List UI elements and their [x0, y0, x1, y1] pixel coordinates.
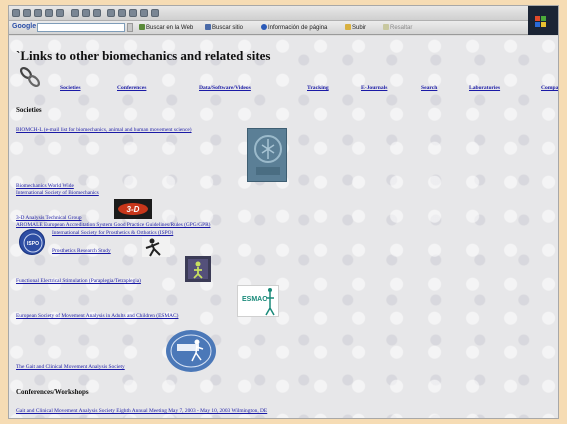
link-3d-analysis[interactable]: 3-D Analysis Technical Group: [16, 215, 82, 221]
history-icon[interactable]: [93, 9, 101, 17]
search-web-icon: [139, 24, 145, 30]
nav-companies[interactable]: Compa: [541, 85, 558, 91]
esmac-logo-icon: ESMAC: [242, 288, 275, 316]
link-fes[interactable]: Functional Electrical Stimulation (Parap…: [16, 278, 141, 284]
search-web-button[interactable]: Buscar en la Web: [139, 24, 193, 31]
home-icon[interactable]: [56, 9, 64, 17]
google-logo[interactable]: Google: [12, 23, 36, 30]
link-gcmas-meeting[interactable]: Gait and Clinical Movement Analysis Soci…: [16, 408, 267, 414]
link-esmac[interactable]: European Society of Movement Analysis in…: [16, 313, 178, 319]
edit-icon[interactable]: [129, 9, 137, 17]
link-biomch-l[interactable]: BIOMCH-L (e-mail list for biomechanics, …: [16, 127, 192, 133]
prosthetics-logo[interactable]: [142, 237, 170, 257]
link-prosthetics-research[interactable]: Prosthetics Research Study: [52, 248, 111, 254]
isb-seal-icon: [254, 135, 282, 175]
esmac-logo[interactable]: ESMAC: [237, 285, 279, 317]
stop-icon[interactable]: [34, 9, 42, 17]
back-icon[interactable]: [12, 9, 20, 17]
highlight-icon: [383, 24, 389, 30]
page-info-button[interactable]: Información de página: [261, 24, 327, 31]
ispo-logo-icon: ISPO: [23, 233, 43, 253]
search-dropdown-icon[interactable]: [127, 23, 133, 32]
folder-up-icon: [345, 24, 351, 30]
link-biomechanics-world-wide[interactable]: Biomechanics World Wide: [16, 183, 74, 189]
google-toolbar: Google Buscar en la Web Buscar sitio Inf…: [9, 21, 558, 35]
up-button[interactable]: Subir: [345, 24, 366, 31]
page-content: `Links to other biomechanics and related…: [9, 36, 558, 418]
ispo-logo[interactable]: ISPO: [19, 229, 45, 255]
chain-link-icon: [19, 66, 41, 88]
standard-toolbar: [9, 6, 558, 21]
google-search-input[interactable]: [37, 23, 125, 32]
svg-text:ISPO: ISPO: [27, 241, 39, 247]
svg-text:3-D: 3-D: [127, 205, 140, 214]
mail-icon[interactable]: [107, 9, 115, 17]
search-icon[interactable]: [71, 9, 79, 17]
nav-data-software-videos[interactable]: Data/Software/Videos: [199, 85, 251, 91]
nav-search[interactable]: Search: [421, 85, 437, 91]
nav-societies[interactable]: Societies: [60, 85, 81, 91]
link-isb[interactable]: International Society of Biomechanics: [16, 190, 99, 196]
fes-logo[interactable]: [185, 256, 211, 282]
messenger-icon[interactable]: [151, 9, 159, 17]
refresh-icon[interactable]: [45, 9, 53, 17]
isb-logo[interactable]: [247, 128, 287, 182]
forward-icon[interactable]: [23, 9, 31, 17]
nav-laboratories[interactable]: Laboratories: [469, 85, 500, 91]
discuss-icon[interactable]: [140, 9, 148, 17]
favorites-icon[interactable]: [82, 9, 90, 17]
link-aromale[interactable]: AROMALE European Accreditation System Go…: [16, 222, 210, 228]
conferences-heading: Conferences/Workshops: [16, 388, 89, 396]
nav-tracking[interactable]: Tracking: [307, 85, 329, 91]
svg-text:ESMAC: ESMAC: [242, 296, 267, 303]
gcmas-globe-icon: [170, 334, 212, 368]
running-figure-icon: [145, 238, 161, 257]
info-icon: [261, 24, 267, 30]
search-site-icon: [205, 24, 211, 30]
search-site-button[interactable]: Buscar sitio: [205, 24, 243, 31]
fes-figure-icon: [188, 259, 208, 279]
link-gcmas[interactable]: The Gait and Clinical Movement Analysis …: [16, 364, 125, 370]
3d-analysis-logo[interactable]: 3-D: [114, 199, 152, 219]
link-ispo[interactable]: International Society for Prosthetics & …: [52, 230, 173, 236]
gcmas-logo[interactable]: [166, 330, 216, 372]
browser-window: Google Buscar en la Web Buscar sitio Inf…: [8, 5, 559, 419]
highlight-button[interactable]: Resaltar: [383, 24, 412, 31]
print-icon[interactable]: [118, 9, 126, 17]
nav-conferences[interactable]: Conferences: [117, 85, 146, 91]
windows-logo: [528, 6, 558, 35]
nav-e-journals[interactable]: E-Journals: [361, 85, 387, 91]
page-title: `Links to other biomechanics and related…: [16, 48, 271, 63]
societies-heading: Societies: [16, 106, 42, 114]
3d-logo-icon: 3-D: [118, 203, 148, 215]
